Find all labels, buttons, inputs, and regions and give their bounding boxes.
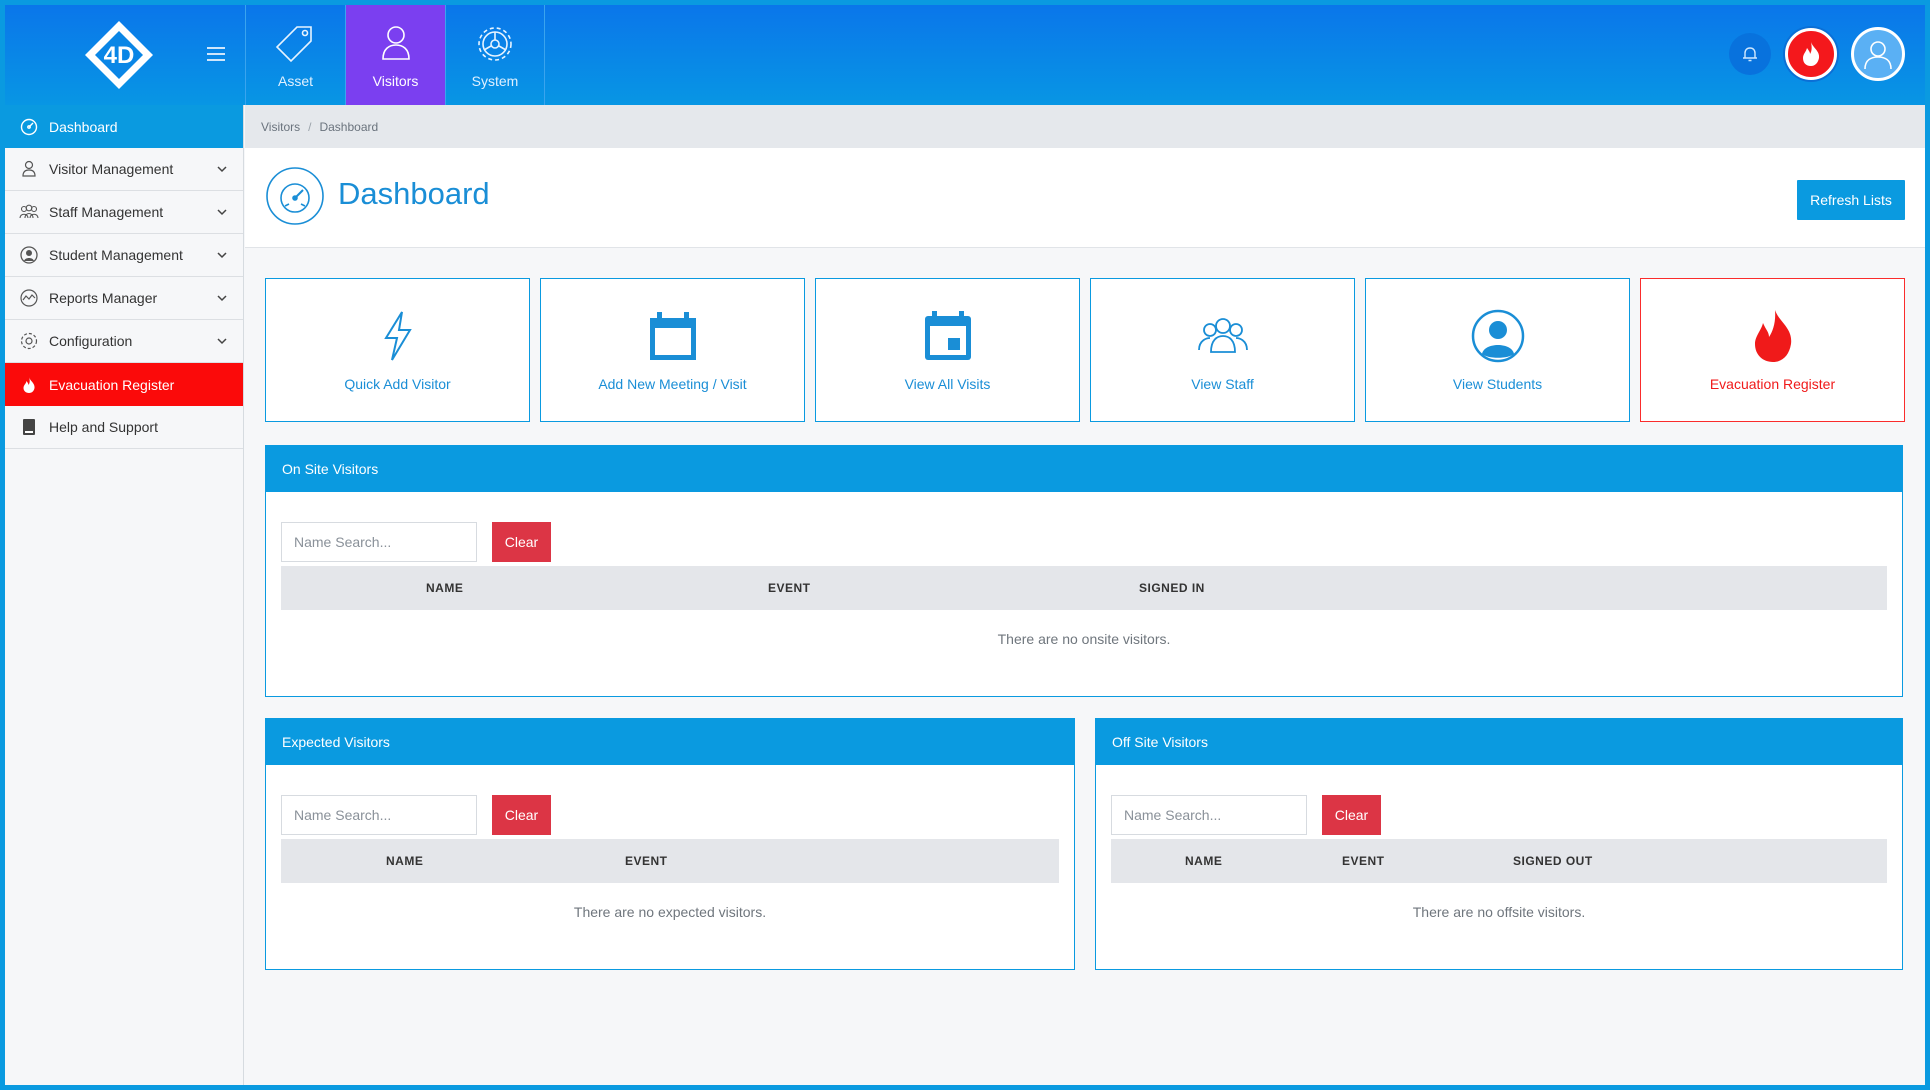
column-header-signed-in[interactable]: SIGNED IN <box>1139 581 1205 595</box>
speedometer-icon <box>19 117 39 137</box>
sidebar-item-evacuation-register[interactable]: Evacuation Register <box>5 363 243 406</box>
search-row: Clear <box>281 522 551 562</box>
group-icon <box>1197 318 1248 353</box>
fire-icon <box>19 375 39 395</box>
tile-quick-add-visitor[interactable]: Quick Add Visitor <box>265 278 530 422</box>
tile-evacuation-register[interactable]: Evacuation Register <box>1640 278 1905 422</box>
sidebar: Dashboard Visitor Management Staff Manag… <box>5 105 244 1085</box>
empty-message: There are no onsite visitors. <box>997 631 1171 647</box>
clear-button[interactable]: Clear <box>492 522 551 562</box>
column-header-name[interactable]: NAME <box>426 581 463 595</box>
top-actions <box>1729 27 1905 81</box>
search-row: Clear <box>1111 795 1381 835</box>
clear-button[interactable]: Clear <box>1322 795 1381 835</box>
notifications-button[interactable] <box>1729 33 1771 75</box>
book-icon <box>19 417 39 437</box>
sidebar-item-help-and-support[interactable]: Help and Support <box>5 406 243 449</box>
page-title: Dashboard <box>338 176 490 211</box>
breadcrumb-current: Dashboard <box>319 119 379 134</box>
chevron-down-icon <box>217 295 227 302</box>
sidebar-item-dashboard[interactable]: Dashboard <box>5 105 243 148</box>
column-header-signed-out[interactable]: SIGNED OUT <box>1513 854 1593 868</box>
evacuation-alert-button[interactable] <box>1785 28 1837 80</box>
module-system[interactable]: System <box>445 5 545 105</box>
chevron-down-icon <box>217 166 227 173</box>
refresh-lists-button[interactable]: Refresh Lists <box>1797 180 1905 220</box>
sidebar-item-student-management[interactable]: Student Management <box>5 234 243 277</box>
column-header-name[interactable]: NAME <box>386 854 423 868</box>
gear-icon <box>478 27 512 61</box>
bell-icon <box>1743 47 1757 62</box>
search-input[interactable] <box>281 795 477 835</box>
sidebar-item-staff-management[interactable]: Staff Management <box>5 191 243 234</box>
column-header-event[interactable]: EVENT <box>1342 854 1385 868</box>
clear-button[interactable]: Clear <box>492 795 551 835</box>
top-bar: 4D Asset Visitors System <box>5 5 1925 105</box>
column-header-name[interactable]: NAME <box>1185 854 1222 868</box>
panel-title: Off Site Visitors <box>1096 719 1902 765</box>
breadcrumb-link-visitors[interactable]: Visitors <box>261 120 300 134</box>
menu-toggle-icon[interactable] <box>207 47 225 61</box>
tile-view-staff[interactable]: View Staff <box>1090 278 1355 422</box>
offsite-visitors-panel: Off Site Visitors Clear NAME EVENT SIGNE… <box>1095 718 1903 970</box>
chart-icon <box>19 288 39 308</box>
main-content: Visitors / Dashboard Dashboard Refresh L… <box>245 105 1925 1085</box>
table-header: NAME EVENT SIGNED IN <box>281 566 1887 610</box>
expected-visitors-panel: Expected Visitors Clear NAME EVENT There… <box>265 718 1075 970</box>
search-input[interactable] <box>1111 795 1307 835</box>
student-avatar-icon <box>1471 309 1524 363</box>
table-header: NAME EVENT <box>281 839 1059 883</box>
sidebar-item-configuration[interactable]: Configuration <box>5 320 243 363</box>
fire-icon <box>1803 42 1820 66</box>
column-header-event[interactable]: EVENT <box>768 581 811 595</box>
gear-icon <box>19 331 39 351</box>
tile-view-all-visits[interactable]: View All Visits <box>815 278 1080 422</box>
fire-icon <box>1754 310 1791 362</box>
staff-icon <box>19 202 39 222</box>
sidebar-item-visitor-management[interactable]: Visitor Management <box>5 148 243 191</box>
panel-title: On Site Visitors <box>266 446 1902 492</box>
4d-logo[interactable]: 4D <box>83 19 155 91</box>
visitor-icon <box>19 159 39 179</box>
lightning-icon <box>383 311 412 361</box>
quick-action-tiles: Quick Add Visitor Add New Meeting / Visi… <box>265 278 1905 422</box>
empty-message: There are no offsite visitors. <box>1412 904 1586 920</box>
sidebar-item-reports-manager[interactable]: Reports Manager <box>5 277 243 320</box>
breadcrumb: Visitors / Dashboard <box>245 105 1925 148</box>
tag-icon <box>275 26 312 63</box>
chevron-down-icon <box>217 252 227 259</box>
chevron-down-icon <box>217 209 227 216</box>
tile-add-new-meeting[interactable]: Add New Meeting / Visit <box>540 278 805 422</box>
module-nav: Asset Visitors System <box>245 5 545 105</box>
speedometer-icon <box>266 167 324 225</box>
module-asset[interactable]: Asset <box>245 5 345 105</box>
tile-view-students[interactable]: View Students <box>1365 278 1630 422</box>
module-visitors[interactable]: Visitors <box>345 5 445 105</box>
search-input[interactable] <box>281 522 477 562</box>
svg-text:4D: 4D <box>104 42 135 69</box>
person-icon <box>381 26 410 60</box>
page-header: Dashboard Refresh Lists <box>245 148 1925 248</box>
calendar-event-icon <box>924 311 971 360</box>
search-row: Clear <box>281 795 551 835</box>
student-icon <box>19 245 39 265</box>
calendar-icon <box>649 312 696 360</box>
column-header-event[interactable]: EVENT <box>625 854 668 868</box>
table-header: NAME EVENT SIGNED OUT <box>1111 839 1887 883</box>
breadcrumb-separator: / <box>308 119 312 134</box>
chevron-down-icon <box>217 338 227 345</box>
app-window: 4D Asset Visitors System Dashboard Visit… <box>5 5 1925 1085</box>
user-profile-button[interactable] <box>1851 27 1905 81</box>
panel-title: Expected Visitors <box>266 719 1074 765</box>
user-avatar-icon <box>1864 41 1892 70</box>
onsite-visitors-panel: On Site Visitors Clear NAME EVENT SIGNED… <box>265 445 1903 697</box>
empty-message: There are no expected visitors. <box>573 904 767 920</box>
